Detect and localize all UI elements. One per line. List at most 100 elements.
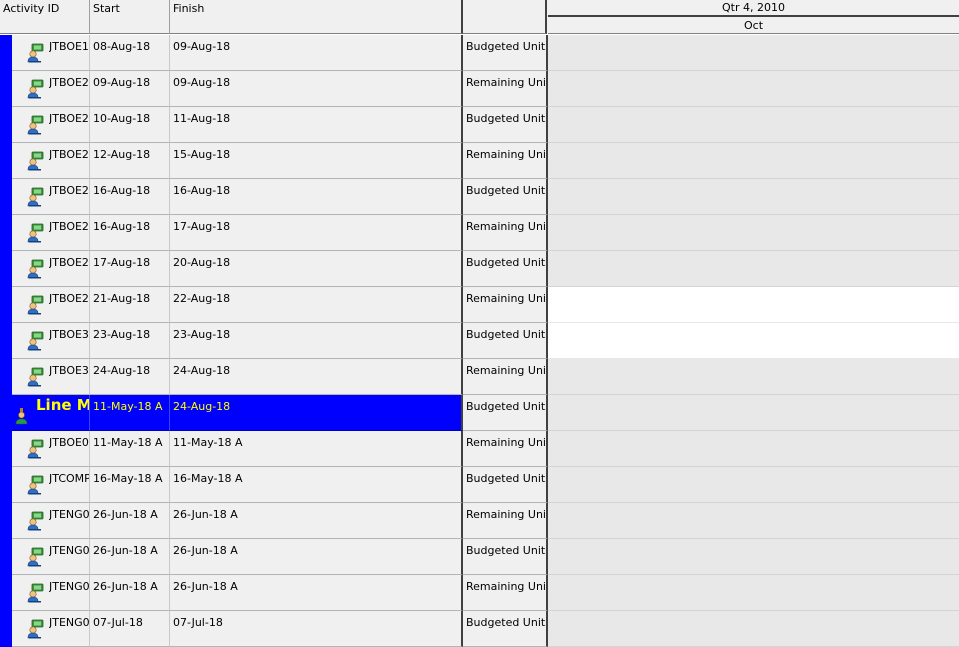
finish-date-cell[interactable]: 23-Aug-18: [170, 323, 463, 359]
wbs-name: Line Ma: [36, 396, 89, 414]
gantt-timeline-cell[interactable]: [548, 395, 959, 431]
activity-id-cell[interactable]: JTBOE2: [12, 143, 90, 179]
activity-id-cell[interactable]: JTENG0: [12, 503, 90, 539]
activity-id-cell[interactable]: JTBOE2: [12, 107, 90, 143]
finish-date-cell[interactable]: 22-Aug-18: [170, 287, 463, 323]
activity-id-cell[interactable]: JTENG0: [12, 575, 90, 611]
activity-id: JTBOE2: [49, 76, 89, 89]
gantt-timeline-cell[interactable]: [548, 107, 959, 143]
start-date-cell[interactable]: 09-Aug-18: [90, 71, 170, 107]
start-date-cell[interactable]: 23-Aug-18: [90, 323, 170, 359]
activity-row[interactable]: JTBOE2 09-Aug-18 09-Aug-18 Remaining Units: [0, 71, 959, 107]
start-date-cell[interactable]: 07-Jul-18: [90, 611, 170, 647]
finish-date-cell[interactable]: 11-Aug-18: [170, 107, 463, 143]
column-header-units[interactable]: [463, 0, 547, 34]
wbs-band: [0, 395, 12, 431]
activity-id-cell[interactable]: Line Ma: [12, 395, 90, 431]
finish-date-cell[interactable]: 16-May-18 A: [170, 467, 463, 503]
activity-id-cell[interactable]: JTBOE0: [12, 431, 90, 467]
finish-date-cell[interactable]: 11-May-18 A: [170, 431, 463, 467]
gantt-timeline-cell[interactable]: [548, 287, 959, 323]
activity-row[interactable]: JTBOE2 12-Aug-18 15-Aug-18 Remaining Units: [0, 143, 959, 179]
finish-date-cell[interactable]: 24-Aug-18: [170, 359, 463, 395]
gantt-timeline-cell[interactable]: [548, 323, 959, 359]
start-date-cell[interactable]: 26-Jun-18 A: [90, 539, 170, 575]
activity-id-cell[interactable]: JTBOE2: [12, 287, 90, 323]
gantt-timeline-cell[interactable]: [548, 431, 959, 467]
start-date-cell[interactable]: 11-May-18 A: [90, 431, 170, 467]
activity-row[interactable]: JTENG0 07-Jul-18 07-Jul-18 Budgeted Units: [0, 611, 959, 647]
start-date-cell[interactable]: 11-May-18 A: [90, 395, 170, 431]
column-header-bar: Activity ID Start Finish Qtr 4, 2010 Oct: [0, 0, 959, 34]
finish-date-cell[interactable]: 15-Aug-18: [170, 143, 463, 179]
finish-date-cell[interactable]: 26-Jun-18 A: [170, 503, 463, 539]
finish-date-cell[interactable]: 24-Aug-18: [170, 395, 463, 431]
start-date-cell[interactable]: 08-Aug-18: [90, 35, 170, 71]
gantt-timeline-cell[interactable]: [548, 251, 959, 287]
start-date-cell[interactable]: 24-Aug-18: [90, 359, 170, 395]
gantt-timeline-cell[interactable]: [548, 611, 959, 647]
activity-id-cell[interactable]: JTENG0: [12, 611, 90, 647]
start-date-cell[interactable]: 10-Aug-18: [90, 107, 170, 143]
activity-id-cell[interactable]: JTBOE2: [12, 251, 90, 287]
finish-date-cell[interactable]: 09-Aug-18: [170, 35, 463, 71]
activity-id-cell[interactable]: JTCOMP: [12, 467, 90, 503]
start-date-cell[interactable]: 12-Aug-18: [90, 143, 170, 179]
gantt-timeline-cell[interactable]: [548, 467, 959, 503]
activity-id-cell[interactable]: JTBOE3: [12, 323, 90, 359]
activity-id-cell[interactable]: JTBOE2: [12, 71, 90, 107]
gantt-timeline-cell[interactable]: [548, 143, 959, 179]
finish-date-cell[interactable]: 20-Aug-18: [170, 251, 463, 287]
finish-date-cell[interactable]: 17-Aug-18: [170, 215, 463, 251]
finish-date-cell[interactable]: 26-Jun-18 A: [170, 575, 463, 611]
start-date-cell[interactable]: 21-Aug-18: [90, 287, 170, 323]
activity-row[interactable]: JTBOE3 23-Aug-18 23-Aug-18 Budgeted Units: [0, 323, 959, 359]
units-type-cell: Budgeted Units: [463, 251, 548, 287]
activity-id-cell[interactable]: JTBOE3: [12, 359, 90, 395]
activity-row[interactable]: JTENG0 26-Jun-18 A 26-Jun-18 A Budgeted Uni…: [0, 539, 959, 575]
activity-id-cell[interactable]: JTBOE2: [12, 179, 90, 215]
gantt-timeline-cell[interactable]: [548, 539, 959, 575]
activity-row[interactable]: JTBOE2 17-Aug-18 20-Aug-18 Budgeted Units: [0, 251, 959, 287]
activity-row[interactable]: JTBOE2 16-Aug-18 16-Aug-18 Budgeted Units: [0, 179, 959, 215]
start-date-cell[interactable]: 26-Jun-18 A: [90, 575, 170, 611]
column-header-finish[interactable]: Finish: [170, 0, 463, 34]
activity-row[interactable]: JTBOE2 10-Aug-18 11-Aug-18 Budgeted Units: [0, 107, 959, 143]
activity-id-cell[interactable]: JTENG0: [12, 539, 90, 575]
start-date-cell[interactable]: 26-Jun-18 A: [90, 503, 170, 539]
activity-id-cell[interactable]: JTBOE2: [12, 215, 90, 251]
start-date-cell[interactable]: 16-May-18 A: [90, 467, 170, 503]
finish-date-cell[interactable]: 16-Aug-18: [170, 179, 463, 215]
column-header-start[interactable]: Start: [90, 0, 170, 34]
wbs-band: [0, 71, 12, 107]
start-date-cell[interactable]: 17-Aug-18: [90, 251, 170, 287]
wbs-row[interactable]: Line Ma11-May-18 A24-Aug-18Budgeted Unit…: [0, 395, 959, 431]
column-header-activity-id[interactable]: Activity ID: [0, 0, 90, 34]
finish-date-cell[interactable]: 07-Jul-18: [170, 611, 463, 647]
gantt-timeline-cell[interactable]: [548, 35, 959, 71]
activity-row[interactable]: JTBOE2 21-Aug-18 22-Aug-18 Remaining Units: [0, 287, 959, 323]
activity-row[interactable]: JTENG0 26-Jun-18 A 26-Jun-18 A Remaining Un…: [0, 575, 959, 611]
gantt-timeline-cell[interactable]: [548, 575, 959, 611]
activity-id: JTENG0: [49, 544, 90, 557]
gantt-timeline-cell[interactable]: [548, 503, 959, 539]
activity-row[interactable]: JTCOMP 16-May-18 A 16-May-18 A Budgeted Uni…: [0, 467, 959, 503]
start-date-cell[interactable]: 16-Aug-18: [90, 179, 170, 215]
gantt-timeline-cell[interactable]: [548, 359, 959, 395]
finish-date-cell[interactable]: 09-Aug-18: [170, 71, 463, 107]
units-type-cell: Budgeted Units: [463, 611, 548, 647]
gantt-timeline-cell[interactable]: [548, 215, 959, 251]
start-date-cell[interactable]: 16-Aug-18: [90, 215, 170, 251]
activity-row[interactable]: JTBOE2 16-Aug-18 17-Aug-18 Remaining Units: [0, 215, 959, 251]
units-type-cell: Budgeted Units: [463, 35, 548, 71]
activity-row[interactable]: JTENG0 26-Jun-18 A 26-Jun-18 A Remaining Un…: [0, 503, 959, 539]
activity-id-cell[interactable]: JTBOE1: [12, 35, 90, 71]
activity-id: JTBOE2: [49, 148, 89, 161]
activity-row[interactable]: JTBOE1 08-Aug-18 09-Aug-18 Budgeted Units: [0, 35, 959, 71]
activity-row[interactable]: JTBOE3 24-Aug-18 24-Aug-18 Remaining Units: [0, 359, 959, 395]
gantt-timeline-cell[interactable]: [548, 71, 959, 107]
gantt-timeline-cell[interactable]: [548, 179, 959, 215]
wbs-band: [0, 611, 12, 647]
activity-row[interactable]: JTBOE0 11-May-18 A 11-May-18 A Remaining Un…: [0, 431, 959, 467]
finish-date-cell[interactable]: 26-Jun-18 A: [170, 539, 463, 575]
